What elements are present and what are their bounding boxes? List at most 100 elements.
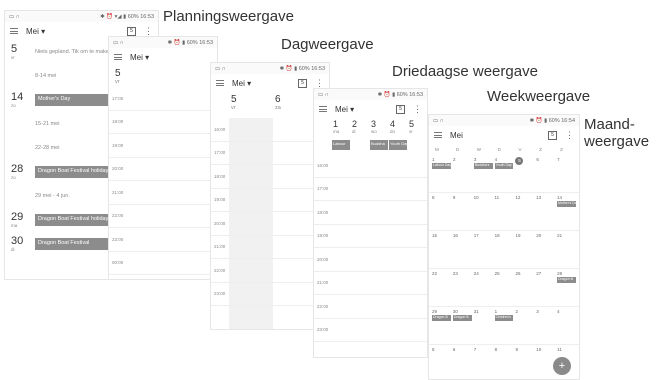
month-selector[interactable]: Mei ▾ xyxy=(232,79,251,88)
day-cell[interactable]: 1 Children's xyxy=(494,307,515,344)
more-options-icon[interactable]: ⋮ xyxy=(144,26,153,36)
day-number: 9 xyxy=(452,195,456,200)
day-cell[interactable]: 12 xyxy=(514,193,535,230)
day-column-header[interactable]: 5 vr xyxy=(408,118,427,140)
day-cell[interactable]: 30 Dragon B xyxy=(452,307,473,344)
more-options-icon[interactable]: ⋮ xyxy=(413,104,422,114)
day-cell[interactable]: 9 xyxy=(514,345,535,379)
day-number: 20 xyxy=(536,233,542,238)
day-cell[interactable]: 29 Dragon B xyxy=(431,307,452,344)
day-cell[interactable]: 2 xyxy=(452,155,473,192)
day-cell[interactable]: 1 Labour Day xyxy=(431,155,452,192)
time-row: 22:00 xyxy=(109,205,217,228)
week-row: 29 Dragon B 30 Dragon B 31 1 Children's 2 3 4 xyxy=(429,307,579,345)
month-selector[interactable]: Mei ▾ xyxy=(130,53,149,62)
day-cell[interactable]: 11 xyxy=(493,193,514,230)
event-chip[interactable]: Buddha's xyxy=(473,163,493,169)
menu-icon[interactable] xyxy=(319,106,327,112)
time-label: 17:00 xyxy=(214,150,226,156)
event-chip[interactable]: Dragon B xyxy=(452,315,472,321)
more-options-icon[interactable]: ⋮ xyxy=(315,78,324,88)
day-cell[interactable]: 15 xyxy=(431,231,452,268)
day-cell[interactable]: 16 xyxy=(452,231,473,268)
day-cell[interactable]: 2 xyxy=(514,307,535,344)
time-label: 21:00 xyxy=(317,280,329,286)
calendar-today-icon[interactable]: 5 xyxy=(548,130,557,140)
day-cell[interactable]: 14Mother's Day xyxy=(556,193,577,230)
menu-icon[interactable] xyxy=(216,80,224,86)
day-cell[interactable]: 4 xyxy=(556,307,577,344)
month-screen: ▭ ∩ ✱ ⏰ ▮ 60% 16:54 Mei 5 ⋮ MDWDVZZ 1 Labo… xyxy=(428,114,580,380)
event-chip[interactable]: Youth Day xyxy=(389,140,407,150)
day-cell[interactable]: 21 xyxy=(556,231,577,268)
time-label: 19:00 xyxy=(214,197,226,203)
day-number: 29 xyxy=(11,211,24,223)
time-label: 22:00 xyxy=(317,303,329,309)
event-chip[interactable]: Children's xyxy=(494,315,514,321)
calendar-today-icon[interactable]: 5 xyxy=(396,104,405,114)
day-cell[interactable]: 6 xyxy=(452,345,473,379)
menu-icon[interactable] xyxy=(114,54,122,60)
event-chip[interactable]: Buddha xyxy=(370,140,388,150)
time-label: 16:00 xyxy=(214,126,226,132)
day-cell[interactable]: 26 xyxy=(514,269,535,306)
day-cell[interactable]: 13 xyxy=(535,193,556,230)
day-cell[interactable]: 8 xyxy=(494,345,515,379)
day-cell[interactable]: 5 xyxy=(431,345,452,379)
day-cell[interactable]: 5 xyxy=(514,155,535,192)
day-column-header[interactable]: 4 do xyxy=(389,118,408,140)
day-cell[interactable]: 24 xyxy=(473,269,494,306)
event-chip[interactable]: Dragon B xyxy=(432,315,451,321)
day-cell[interactable]: 18 xyxy=(494,231,515,268)
day-cell[interactable]: 6 xyxy=(535,155,556,192)
day-number: 22 xyxy=(432,271,438,276)
event-chip[interactable]: Youth Day xyxy=(494,163,514,169)
time-label: 19:00 xyxy=(317,233,329,239)
day-column-header[interactable]: 1 ma xyxy=(332,118,351,140)
app-bar: Mei 5 ⋮ xyxy=(429,126,579,144)
day-cell[interactable]: 23 xyxy=(452,269,473,306)
day-number: 5 xyxy=(115,68,121,79)
day-cell[interactable]: 25 xyxy=(494,269,515,306)
day-number: 13 xyxy=(536,195,542,200)
caption-three-day: Driedaagse weergave xyxy=(392,63,538,80)
day-cell[interactable]: 8 xyxy=(431,193,452,230)
day-cell[interactable]: 20 xyxy=(535,231,556,268)
more-options-icon[interactable]: ⋮ xyxy=(565,130,574,140)
day-column-header[interactable]: 6 za xyxy=(273,92,317,118)
day-cell[interactable]: 22 xyxy=(431,269,452,306)
day-cell[interactable]: 7 xyxy=(556,155,577,192)
day-cell[interactable]: 10 xyxy=(473,193,494,230)
time-row: 20:00 xyxy=(211,212,329,236)
event-chip[interactable]: Labour xyxy=(332,140,350,150)
time-row: 17:00 xyxy=(211,142,329,165)
day-cell[interactable]: 4 Youth Day xyxy=(494,155,515,192)
calendar-today-icon[interactable]: 5 xyxy=(127,26,136,36)
day-number: 5 xyxy=(432,347,435,352)
day-cell[interactable]: 3 Buddha's xyxy=(473,155,494,192)
add-event-fab[interactable]: + xyxy=(553,357,571,375)
day-column-header[interactable]: 5 vr xyxy=(229,92,273,118)
day-weekday: ma xyxy=(11,223,18,228)
day-cell[interactable]: 7 xyxy=(473,345,494,379)
event-chip[interactable]: Labour Day xyxy=(432,163,451,169)
day-column-header[interactable]: 2 di xyxy=(351,118,370,140)
menu-icon[interactable] xyxy=(434,132,442,138)
month-selector[interactable]: Mei ▾ xyxy=(335,105,354,114)
time-grid: 17:00 18:00 19:00 20:00 21:00 22:00 23:00 00:00 xyxy=(109,87,217,275)
day-column-header[interactable]: 3 wo xyxy=(370,118,389,140)
event-chip[interactable]: Mother's Day xyxy=(556,201,576,207)
day-cell[interactable]: 27 xyxy=(535,269,556,306)
day-cell[interactable]: 28 Dragon B xyxy=(556,269,577,306)
day-cell[interactable]: 3 xyxy=(535,307,556,344)
event-chip[interactable]: Dragon B xyxy=(557,277,577,283)
day-number: 1 xyxy=(333,119,339,129)
calendar-today-icon[interactable]: 5 xyxy=(298,78,307,88)
day-cell[interactable]: 9 xyxy=(452,193,473,230)
status-bar: ▭ ∩ ✱ ⏰ ▮ 60% 16:53 xyxy=(109,37,217,48)
menu-icon[interactable] xyxy=(10,28,18,34)
day-cell[interactable]: 17 xyxy=(473,231,494,268)
month-selector[interactable]: Mei ▾ xyxy=(26,27,45,36)
day-cell[interactable]: 19 xyxy=(514,231,535,268)
day-cell[interactable]: 31 xyxy=(473,307,494,344)
